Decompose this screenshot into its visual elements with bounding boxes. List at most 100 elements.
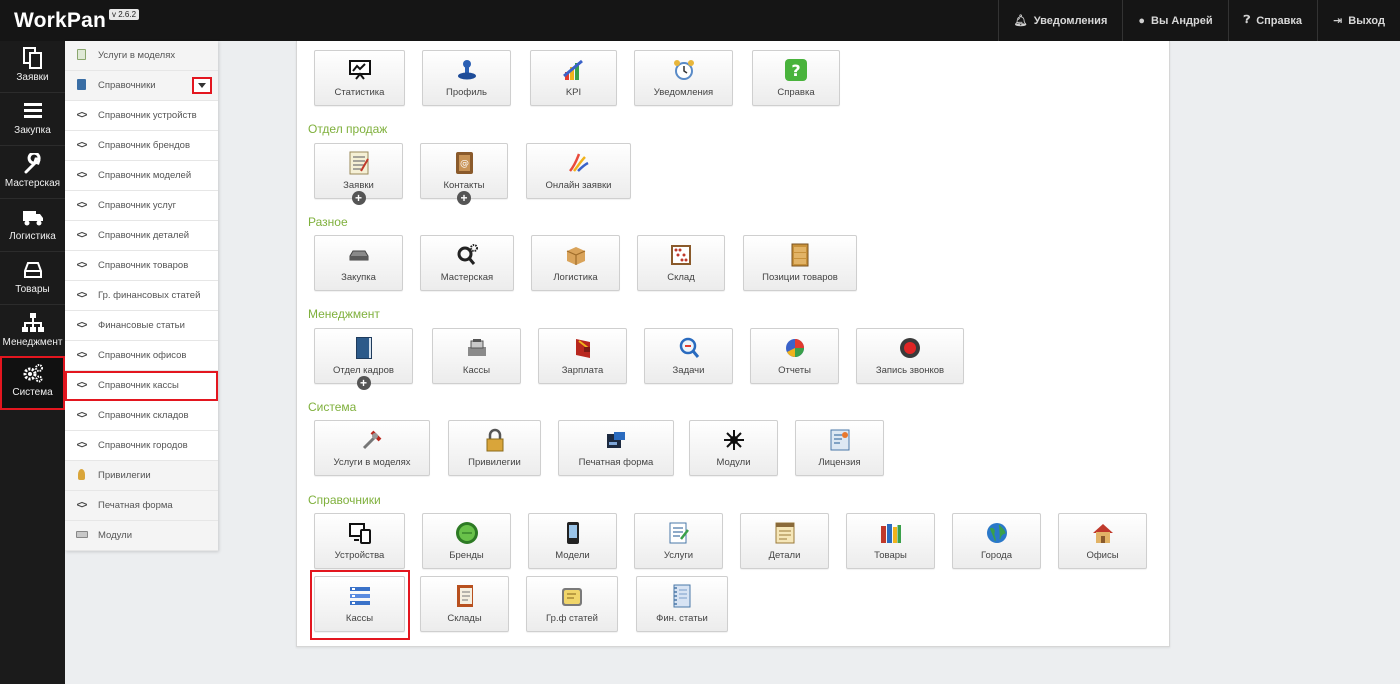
tile-label: Запись звонков (875, 365, 945, 376)
help-link[interactable]: ❓︎ Справка (1227, 0, 1317, 41)
submenu-item-print-form[interactable]: <> Печатная форма (65, 491, 218, 521)
tile-ledger[interactable]: Склады (420, 576, 509, 632)
tile-book[interactable]: Отдел кадров + (314, 328, 413, 390)
user-link[interactable]: ● Вы Андрей (1122, 0, 1227, 41)
tile-checklist[interactable]: Услуги (634, 513, 723, 569)
rail-label: Закупка (14, 125, 51, 136)
tile-devices[interactable]: Устройства (314, 513, 405, 569)
rail-item-logistics[interactable]: Логистика (0, 200, 65, 252)
add-icon[interactable]: + (356, 376, 371, 390)
tile-books[interactable]: Товары (846, 513, 935, 569)
submenu-item-fin-groups[interactable]: <> Гр. финансовых статей (65, 281, 218, 311)
tile-label: Офисы (1086, 550, 1119, 561)
tile-chart[interactable]: KPI (530, 50, 617, 106)
tile-cash-register[interactable]: Кассы (432, 328, 521, 384)
submenu-item-services[interactable]: <> Справочник услуг (65, 191, 218, 221)
bell-icon: 🔔︎ (1013, 15, 1028, 27)
submenu-item-modules[interactable]: Модули (65, 521, 218, 551)
tools-icon (362, 430, 382, 450)
submenu-item-model-services[interactable]: Услуги в моделях (65, 41, 218, 71)
rail-item-requests[interactable]: Заявки (0, 41, 65, 93)
section-title: Справочники (308, 493, 381, 507)
tile-house[interactable]: Офисы (1058, 513, 1147, 569)
tile-notepad[interactable]: Заявки + (314, 143, 403, 205)
online-request-icon (568, 153, 589, 172)
tile-presentation[interactable]: Статистика (314, 50, 405, 106)
code-icon: <> (76, 260, 88, 271)
help-label: Справка (1256, 14, 1303, 27)
submenu-item-cities[interactable]: <> Справочник городов (65, 431, 218, 461)
tile-drive[interactable]: Закупка (314, 235, 403, 291)
rail-item-purchase[interactable]: Закупка (0, 94, 65, 146)
brand-logo[interactable]: WorkPan (14, 9, 106, 33)
main-sidebar: Заявки Закупка Мастерская Логистика Това… (0, 41, 65, 684)
tile-magnifier-gear[interactable]: Мастерская (420, 235, 514, 291)
add-icon[interactable]: + (457, 191, 471, 205)
tile-lock[interactable]: Привилегии (448, 420, 541, 476)
tile-record[interactable]: Запись звонков (856, 328, 964, 384)
tile-search-task[interactable]: Задачи (644, 328, 733, 384)
tile-modules[interactable]: Модули (689, 420, 778, 476)
printer-card-icon (607, 432, 625, 448)
submenu-item-directories[interactable]: Справочники (65, 71, 218, 101)
tile-note[interactable]: Детали (740, 513, 829, 569)
tile-label: Модели (555, 550, 590, 561)
tile-abacus[interactable]: Склад (637, 235, 725, 291)
rail-item-workshop[interactable]: Мастерская (0, 147, 65, 199)
tile-help[interactable]: ? Справка (752, 50, 840, 106)
tile-alarm-clock[interactable]: Уведомления (634, 50, 733, 106)
tile-box[interactable]: Логистика (531, 235, 620, 291)
notifications-link[interactable]: 🔔︎ Уведомления (997, 0, 1123, 41)
add-icon[interactable]: + (351, 191, 366, 205)
tile-printer-card[interactable]: Печатная форма (558, 420, 674, 476)
tile-list[interactable]: Кассы (314, 576, 405, 632)
submenu-label: Справочник деталей (98, 230, 190, 241)
tile-certificate[interactable]: Лицензия (795, 420, 884, 476)
submenu-item-devices[interactable]: <> Справочник устройств (65, 101, 218, 131)
rail-item-system[interactable]: Система (0, 356, 65, 410)
tile-tools[interactable]: Услуги в моделях (314, 420, 430, 476)
list-icon (349, 587, 370, 605)
tile-green-button[interactable]: Бренды (422, 513, 511, 569)
submenu-item-goods[interactable]: <> Справочник товаров (65, 251, 218, 281)
logout-link[interactable]: ⇥ Выход (1317, 0, 1400, 41)
rail-item-goods[interactable]: Товары (0, 253, 65, 305)
submenu-item-privileges[interactable]: Привилегии (65, 461, 218, 491)
tile-online-request[interactable]: Онлайн заявки (526, 143, 631, 199)
tile-label: Кассы (462, 365, 491, 376)
submenu-label: Привилегии (98, 470, 151, 481)
submenu-item-fin-items[interactable]: <> Финансовые статьи (65, 311, 218, 341)
submenu-item-models[interactable]: <> Справочник моделей (65, 161, 218, 191)
tile-label: Устройства (334, 550, 385, 561)
tile-folder-note[interactable]: Гр.ф статей (526, 576, 618, 632)
gears-icon (23, 364, 43, 383)
tile-cabinet[interactable]: Позиции товаров (743, 235, 857, 291)
rail-item-management[interactable]: Менеджмент (0, 306, 65, 358)
book-icon (65, 78, 98, 93)
tile-address-book[interactable]: @ Контакты + (420, 143, 508, 205)
stamp-icon (457, 60, 476, 80)
note-icon (775, 522, 794, 544)
tile-pie-chart[interactable]: Отчеты (750, 328, 839, 384)
submenu-item-cash[interactable]: <> Справочник кассы (65, 371, 218, 401)
tile-notebook[interactable]: Фин. статьи (636, 576, 728, 632)
code-icon: <> (76, 380, 88, 391)
notifications-label: Уведомления (1033, 14, 1108, 27)
tile-stamp[interactable]: Профиль (422, 50, 511, 106)
tile-phone[interactable]: Модели (528, 513, 617, 569)
main-panel: Статистика Профиль KPI Уведомления ? Справка О… (296, 41, 1170, 647)
submenu-label: Справочник товаров (98, 260, 189, 271)
submenu-item-offices[interactable]: <> Справочник офисов (65, 341, 218, 371)
tile-globe[interactable]: Города (952, 513, 1041, 569)
tile-wallet[interactable]: Зарплата (538, 328, 627, 384)
green-button-icon (455, 522, 478, 544)
chevron-down-icon[interactable] (192, 77, 212, 94)
notebook-icon (673, 584, 691, 608)
submenu-item-brands[interactable]: <> Справочник брендов (65, 131, 218, 161)
tile-label: Бренды (449, 550, 484, 561)
modules-icon (723, 430, 744, 450)
rail-label: Система (12, 387, 53, 398)
submenu-item-warehouses[interactable]: <> Справочник складов (65, 401, 218, 431)
section-title: Отдел продаж (308, 122, 388, 136)
submenu-item-parts[interactable]: <> Справочник деталей (65, 221, 218, 251)
